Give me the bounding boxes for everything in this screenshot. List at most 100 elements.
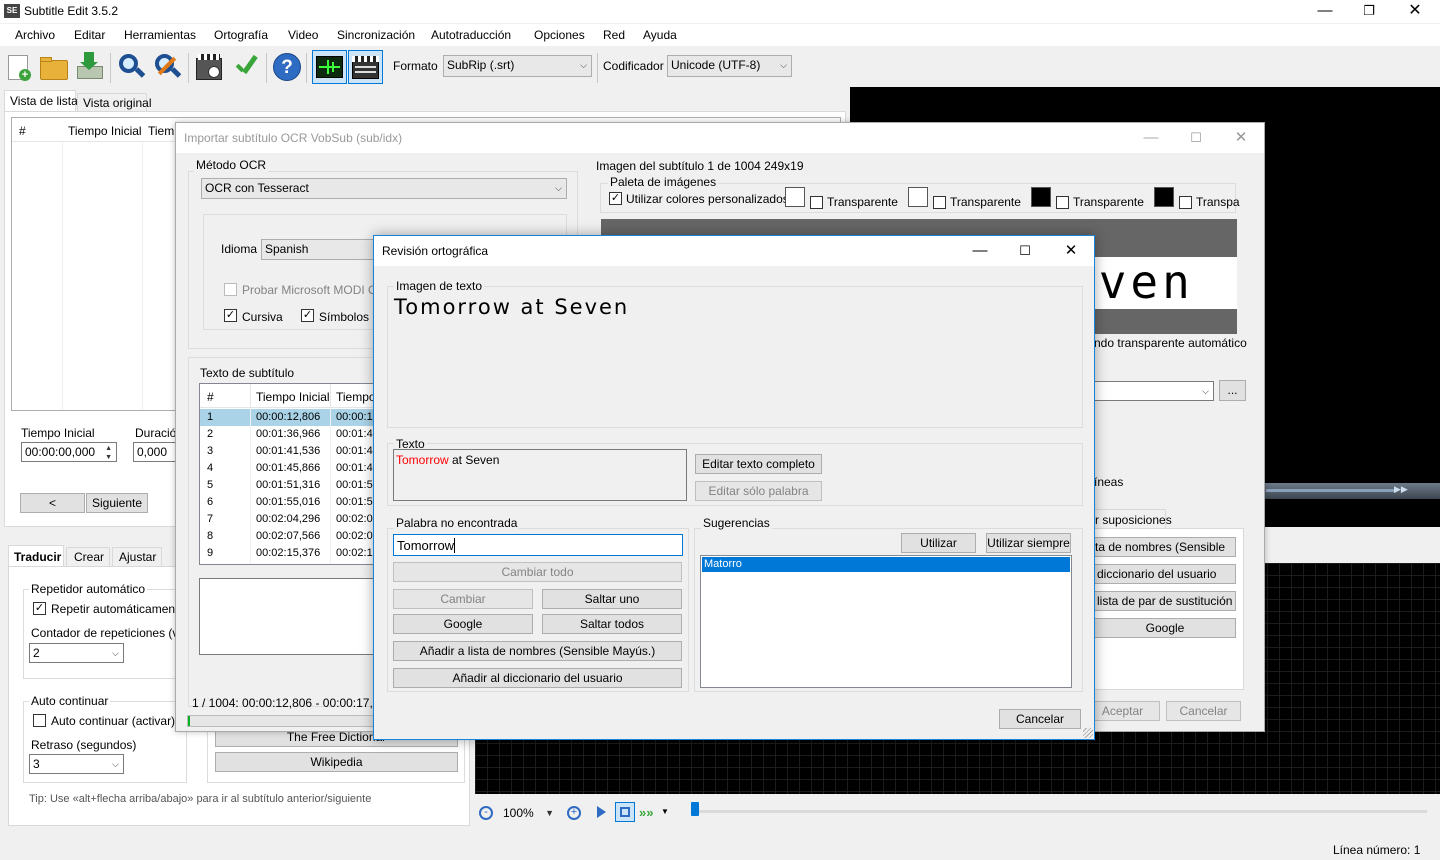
column-header-number[interactable]: #	[207, 390, 214, 404]
modi-checkbox[interactable]	[224, 283, 237, 296]
edit-full-text-button[interactable]: Editar texto completo	[695, 454, 822, 474]
minimize-button[interactable]: —	[957, 236, 1003, 266]
italic-checkbox[interactable]: ✓	[224, 309, 237, 322]
cancel-button[interactable]: Cancelar	[1166, 701, 1241, 721]
list-item[interactable]: Matorro	[702, 557, 1070, 572]
video-toggle-icon[interactable]	[348, 50, 383, 84]
zoom-out-icon[interactable]: -	[479, 806, 493, 820]
visual-sync-icon[interactable]	[194, 52, 224, 82]
spin-icon[interactable]: ▲ ▼	[105, 444, 112, 461]
suggestions-list[interactable]: Matorro	[700, 555, 1072, 688]
wikipedia-button[interactable]: Wikipedia	[215, 752, 458, 772]
duration-input[interactable]: 0,000	[133, 442, 177, 462]
auto-repeat-checkbox[interactable]: ✓	[33, 602, 46, 615]
spell-check-icon[interactable]	[230, 52, 260, 82]
cancel-button[interactable]: Cancelar	[999, 709, 1081, 729]
google-button[interactable]: Google	[393, 614, 533, 634]
close-button[interactable]: ✕	[1218, 123, 1264, 153]
skip-one-button[interactable]: Saltar uno	[542, 589, 682, 609]
column-header-end[interactable]: Tiempo	[336, 390, 376, 404]
transparent-checkbox-2[interactable]	[933, 196, 946, 209]
dictionary-select[interactable]: ⌵	[1094, 381, 1214, 401]
text-edit-box[interactable]: Tomorrow at Seven	[393, 449, 687, 501]
close-button[interactable]: ✕	[1392, 0, 1438, 26]
add-replace-pair-button[interactable]: lista de par de sustitución	[1094, 591, 1236, 611]
change-button[interactable]: Cambiar	[393, 589, 533, 609]
previous-button[interactable]: <	[20, 493, 85, 513]
transparent-checkbox-1[interactable]	[810, 196, 823, 209]
auto-continue-checkbox[interactable]	[33, 714, 46, 727]
close-button[interactable]: ✕	[1048, 236, 1094, 266]
start-time-input[interactable]: 00:00:00,000 ▲ ▼	[21, 442, 117, 462]
format-select[interactable]: SubRip (.srt) ⌵	[443, 55, 592, 77]
add-to-names-button[interactable]: Añadir a lista de nombres (Sensible Mayú…	[393, 641, 682, 661]
encoding-select[interactable]: Unicode (UTF-8) ⌵	[667, 55, 792, 77]
edit-word-only-button[interactable]: Editar sólo palabra	[695, 481, 822, 501]
tab-ajustar[interactable]: Ajustar	[112, 547, 162, 567]
color-swatch-2[interactable]	[908, 187, 928, 207]
minimize-button[interactable]: —	[1302, 0, 1348, 26]
menu-sincronizacion[interactable]: Sincronización	[337, 28, 415, 42]
ocr-method-select[interactable]: OCR con Tesseract ⌵	[201, 178, 567, 199]
menu-archivo[interactable]: Archivo	[15, 28, 55, 42]
color-swatch-1[interactable]	[785, 187, 805, 207]
zoom-in-icon[interactable]: +	[567, 806, 581, 820]
transparent-checkbox-3[interactable]	[1056, 196, 1069, 209]
delay-select[interactable]: 3 ⌵	[29, 754, 124, 774]
menu-ayuda[interactable]: Ayuda	[643, 28, 677, 42]
column-header-start[interactable]: Tiempo Inicial	[68, 124, 142, 138]
tab-crear[interactable]: Crear	[66, 547, 110, 567]
add-to-names-button[interactable]: ta de nombres (Sensible	[1094, 537, 1236, 557]
symbols-checkbox[interactable]: ✓	[301, 309, 314, 322]
zoom-select[interactable]: 100% ▼	[499, 803, 559, 823]
restore-button[interactable]: ❐	[1346, 0, 1392, 26]
tab-suposiciones[interactable]: r suposiciones	[1094, 509, 1172, 529]
open-folder-icon[interactable]	[38, 52, 68, 82]
find-icon[interactable]	[116, 52, 146, 82]
browse-button[interactable]: ...	[1219, 380, 1246, 401]
color-swatch-4[interactable]	[1154, 187, 1174, 207]
tab-vista-original[interactable]: Vista original	[77, 93, 151, 112]
position-slider[interactable]	[691, 810, 1427, 813]
use-always-button[interactable]: Utilizar siempre	[986, 533, 1071, 553]
next-button[interactable]: Siguiente	[86, 493, 148, 513]
menu-editar[interactable]: Editar	[74, 28, 105, 42]
skip-all-button[interactable]: Saltar todos	[542, 614, 682, 634]
forward-icon[interactable]: ▶▶	[1394, 484, 1408, 495]
menu-ortografia[interactable]: Ortografía	[214, 28, 268, 42]
repeat-count-select[interactable]: 2 ⌵	[29, 643, 124, 663]
menu-video[interactable]: Video	[288, 28, 318, 42]
accept-button[interactable]: Aceptar	[1085, 701, 1160, 721]
new-file-icon[interactable]: +	[4, 52, 34, 82]
tab-traducir[interactable]: Traducir	[8, 545, 64, 567]
maximize-button[interactable]: ☐	[1002, 236, 1048, 266]
language-select[interactable]: Spanish	[261, 239, 381, 260]
google-button[interactable]: Google	[1094, 618, 1236, 638]
resize-grip-icon[interactable]	[1083, 728, 1093, 738]
chevron-down-icon[interactable]: ▼	[661, 807, 669, 816]
column-header-number[interactable]: #	[19, 124, 26, 138]
menu-herramientas[interactable]: Herramientas	[124, 28, 196, 42]
menu-opciones[interactable]: Opciones	[534, 28, 585, 42]
column-header-start[interactable]: Tiempo Inicial	[256, 390, 330, 404]
waveform-toggle-icon[interactable]	[312, 50, 347, 84]
custom-colors-checkbox[interactable]: ✓	[609, 192, 622, 205]
frame-icon[interactable]	[615, 802, 635, 822]
replace-icon[interactable]	[152, 52, 182, 82]
slider-thumb[interactable]	[691, 802, 699, 816]
add-to-user-dict-button[interactable]: Añadir al diccionario del usuario	[393, 668, 682, 688]
use-button[interactable]: Utilizar	[901, 533, 976, 553]
add-to-user-dict-button[interactable]: diccionario del usuario	[1094, 564, 1236, 584]
color-swatch-3[interactable]	[1031, 187, 1051, 207]
help-icon[interactable]: ?	[272, 52, 302, 82]
save-icon[interactable]	[74, 50, 104, 80]
play-icon[interactable]	[597, 806, 606, 818]
transparent-checkbox-4[interactable]	[1179, 196, 1192, 209]
menu-red[interactable]: Red	[603, 28, 625, 42]
menu-autotraduccion[interactable]: Autotraducción	[431, 28, 511, 42]
forward-arrows-icon[interactable]: »»	[639, 805, 653, 820]
change-all-button[interactable]: Cambiar todo	[393, 562, 682, 582]
minimize-button[interactable]: —	[1128, 123, 1174, 153]
maximize-button[interactable]: ☐	[1173, 123, 1219, 153]
word-input[interactable]: Tomorrow	[393, 534, 683, 556]
